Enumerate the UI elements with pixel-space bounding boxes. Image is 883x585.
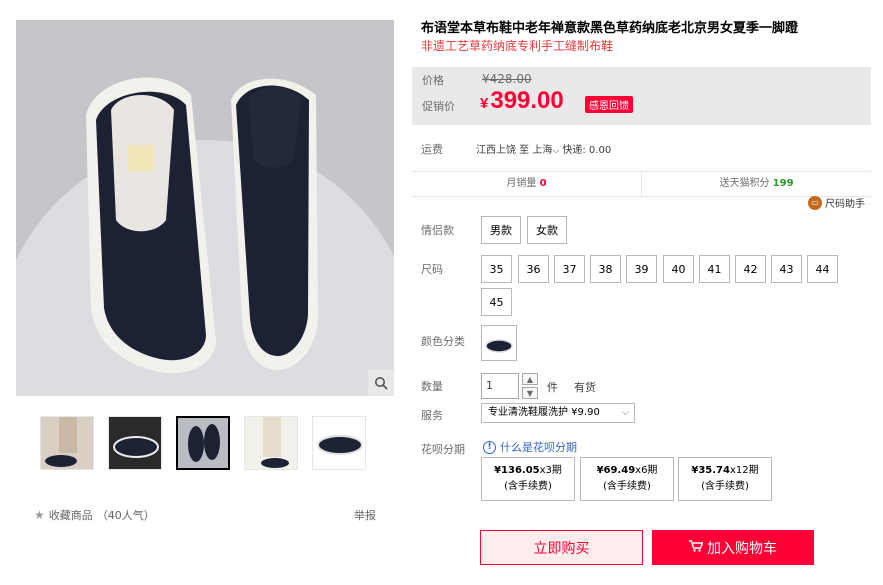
installment-plan-6[interactable]: ¥69.49x6期 (含手续费) — [580, 457, 674, 501]
size-option-36[interactable]: 36 — [518, 255, 549, 283]
price-box: 价格 ¥428.00 促销价 ¥399.00 感恩回馈 — [412, 67, 871, 125]
size-option-41[interactable]: 41 — [699, 255, 730, 283]
promo-price-value: 399.00 — [490, 87, 564, 114]
product-title: 布语堂本草布鞋中老年禅意款黑色草药纳底老北京男女夏季一脚蹬 — [421, 21, 799, 36]
service-value: 专业清洗鞋履洗护 ¥9.90 — [488, 407, 600, 418]
shoe-pair-illustration — [86, 77, 318, 374]
couple-style-label: 情侣款 — [421, 224, 454, 237]
installment-plan-line: ¥136.05x3期 — [482, 463, 574, 479]
star-icon: ★ — [34, 508, 45, 522]
color-label: 颜色分类 — [421, 335, 465, 348]
monthly-sales: 月销量 0 — [412, 172, 641, 196]
divider — [412, 196, 871, 197]
chevron-down-icon: ⌵ — [622, 408, 629, 418]
size-option-40[interactable]: 40 — [663, 255, 694, 283]
magnifier-icon[interactable] — [368, 370, 394, 396]
installment-fee: (含手续费) — [603, 481, 651, 492]
currency-symbol: ¥ — [480, 95, 489, 112]
thumbnail-3[interactable] — [176, 416, 230, 470]
favorite-label: 收藏商品 — [48, 509, 93, 522]
thumbnail-4[interactable] — [244, 416, 298, 470]
size-helper-button[interactable]: ▭ 尺码助手 — [808, 195, 865, 210]
shipping-label: 运费 — [421, 143, 443, 156]
quantity-unit: 件 — [547, 381, 558, 394]
price-label: 价格 — [422, 74, 444, 87]
installment-plan-line: ¥69.49x6期 — [581, 463, 673, 479]
stats-bar: 月销量 0 送天猫积分 199 — [412, 172, 871, 196]
promo-price-label: 促销价 — [422, 100, 455, 113]
size-helper-icon: ▭ — [808, 195, 822, 210]
buy-now-button[interactable]: 立即购买 — [480, 530, 643, 565]
installment-plan-12[interactable]: ¥35.74x12期 (含手续费) — [678, 457, 772, 501]
favorite-product[interactable]: ★ 收藏商品 （40人气） — [34, 507, 155, 523]
size-option-44[interactable]: 44 — [807, 255, 838, 283]
installment-help-text: 什么是花呗分期 — [500, 441, 577, 454]
shipping-route[interactable]: 江西上饶 至 上海 — [476, 145, 552, 156]
shipping-info: 江西上饶 至 上海⌵ 快递: 0.00 — [476, 141, 611, 156]
quantity-increase-icon[interactable]: ▲ — [522, 373, 538, 385]
report-link[interactable]: 举报 — [354, 507, 376, 523]
size-option-39[interactable]: 39 — [626, 255, 657, 283]
stock-status: 有货 — [574, 381, 596, 394]
installment-label: 花呗分期 — [421, 443, 465, 456]
size-option-38[interactable]: 38 — [590, 255, 621, 283]
quantity-decrease-icon[interactable]: ▼ — [522, 387, 538, 399]
promo-tag-badge: 感恩回馈 — [585, 96, 633, 113]
size-label: 尺码 — [421, 263, 443, 276]
installment-help-link[interactable]: ! 什么是花呗分期 — [483, 439, 577, 455]
product-subtitle: 非遗工艺草药纳底专利手工缝制布鞋 — [421, 39, 614, 53]
quantity-input[interactable]: 1 — [481, 373, 519, 399]
add-to-cart-button[interactable]: 加入购物车 — [652, 530, 814, 565]
cart-icon — [689, 539, 704, 556]
add-to-cart-label: 加入购物车 — [707, 540, 777, 557]
installment-periods: x3期 — [539, 465, 562, 476]
promo-price: ¥399.00 — [480, 87, 564, 115]
size-option-42[interactable]: 42 — [735, 255, 766, 283]
installment-amount: ¥136.05 — [494, 465, 540, 476]
size-option-45[interactable]: 45 — [481, 288, 512, 316]
thumbnail-2[interactable] — [108, 416, 162, 470]
installment-amount: ¥35.74 — [691, 465, 730, 476]
favorite-count: （40人气） — [96, 509, 155, 522]
quantity-label: 数量 — [421, 380, 443, 393]
size-option-37[interactable]: 37 — [554, 255, 585, 283]
installment-plan-3[interactable]: ¥136.05x3期 (含手续费) — [481, 457, 575, 501]
monthly-sales-value: 0 — [539, 178, 547, 189]
thumbnail-strip — [40, 416, 366, 470]
thumbnail-1[interactable] — [40, 416, 94, 470]
installment-periods: x6期 — [635, 465, 658, 476]
service-select[interactable]: 专业清洗鞋履洗护 ¥9.90 ⌵ — [481, 403, 635, 423]
points-label: 送天猫积分 — [719, 178, 770, 189]
product-main-image[interactable] — [16, 20, 394, 396]
installment-fee: (含手续费) — [701, 481, 749, 492]
original-price: ¥428.00 — [482, 72, 532, 86]
service-label: 服务 — [421, 409, 443, 422]
option-women[interactable]: 女款 — [527, 216, 567, 244]
color-swatch-black[interactable] — [481, 325, 517, 361]
installment-periods: x12期 — [729, 465, 759, 476]
tmall-points: 送天猫积分 199 — [641, 172, 871, 196]
size-option-35[interactable]: 35 — [481, 255, 512, 283]
installment-plan-line: ¥35.74x12期 — [679, 463, 771, 479]
size-option-43[interactable]: 43 — [771, 255, 802, 283]
monthly-sales-label: 月销量 — [506, 178, 537, 189]
size-helper-label: 尺码助手 — [825, 199, 865, 210]
info-icon: ! — [483, 440, 496, 454]
thumbnail-5[interactable] — [312, 416, 366, 470]
installment-fee: (含手续费) — [504, 481, 552, 492]
installment-amount: ¥69.49 — [596, 465, 636, 476]
points-value: 199 — [772, 178, 794, 189]
shipping-express: 快递: 0.00 — [559, 145, 612, 156]
option-men[interactable]: 男款 — [481, 216, 521, 244]
